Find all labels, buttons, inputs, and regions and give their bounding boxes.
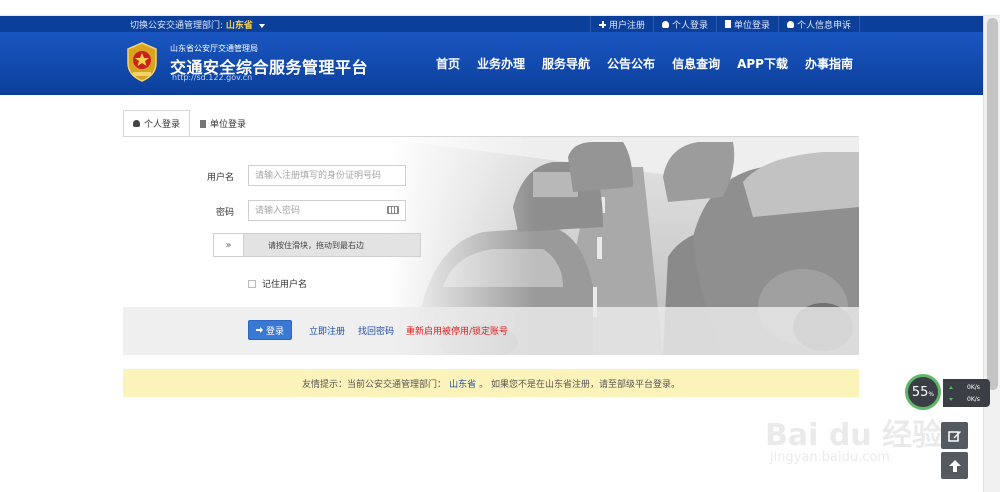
tab-personal-login[interactable]: 个人登录 [123, 110, 191, 137]
remember-label: 记住用户名 [262, 280, 308, 290]
back-to-top-button[interactable] [941, 452, 968, 479]
nav-app-download[interactable]: APP下载 [737, 55, 788, 72]
user-icon [661, 20, 669, 28]
department-switcher[interactable]: 切换公安交通管理部门: 山东省 [130, 18, 265, 31]
register-link[interactable]: 立即注册 [309, 324, 345, 337]
chevron-down-icon[interactable] [258, 23, 265, 28]
upload-arrow-icon [949, 386, 953, 389]
speed-percent-unit: % [928, 391, 935, 398]
download-arrow-icon [949, 398, 953, 401]
site-url: http://sd.122.gov.cn [172, 73, 253, 82]
slider-handle[interactable]: » [214, 234, 244, 256]
download-speed: 0K/s [967, 396, 980, 403]
speed-percent: 55 [911, 384, 929, 400]
top-bar: 切换公安交通管理部门: 山东省 用户注册 个人登录 单位登录 个人信息申诉 [0, 16, 983, 32]
main-nav: 首页 业务办理 服务导航 公告公布 信息查询 APP下载 办事指南 [436, 55, 853, 72]
plus-icon [598, 20, 606, 28]
upload-speed: 0K/s [967, 384, 980, 391]
baidu-jingyan-watermark: Bai du 经验 jingyan.baidu.com [765, 405, 942, 475]
top-link-appeal[interactable]: 个人信息申诉 [777, 16, 860, 32]
password-label: 密码 [215, 208, 234, 218]
nav-service-guide[interactable]: 服务导航 [542, 55, 590, 72]
download-row: 0K/s [949, 396, 980, 403]
nav-business[interactable]: 业务办理 [477, 55, 525, 72]
login-panel: 用户名 密码 » 请按住滑块，拖动到最右边 记住用户名 登录 立即注册 找回密码… [123, 137, 859, 355]
password-input[interactable] [248, 200, 406, 221]
slider-hint: 请按住滑块，拖动到最右边 [268, 241, 364, 250]
notice-province: 山东省 [449, 379, 477, 390]
top-links: 用户注册 个人登录 单位登录 个人信息申诉 [589, 16, 860, 32]
username-label: 用户名 [206, 173, 234, 183]
notice-prefix: 友情提示：当前公安交通管理部门： [302, 379, 447, 390]
page: 切换公安交通管理部门: 山东省 用户注册 个人登录 单位登录 个人信息申诉 山东… [0, 0, 1000, 492]
site-header: 山东省公安厅交通管理局 交通安全综合服务管理平台 http://sd.122.g… [0, 32, 983, 95]
department-province[interactable]: 山东省 [226, 21, 253, 31]
tab-label: 单位登录 [210, 120, 247, 130]
tab-company-login[interactable]: 单位登录 [190, 110, 257, 137]
user-icon [786, 20, 794, 28]
keyboard-icon[interactable] [387, 206, 399, 214]
top-link-label: 单位登录 [733, 20, 770, 31]
top-link-label: 用户注册 [608, 20, 645, 31]
header-subtitle: 山东省公安厅交通管理局 [170, 44, 258, 53]
remember-checkbox[interactable] [248, 279, 256, 288]
notice-suffix: 。 如果您不是在山东省注册，请至部级平台登录。 [479, 379, 680, 390]
slide-captcha[interactable]: » 请按住滑块，拖动到最右边 [213, 233, 421, 257]
tab-label: 个人登录 [144, 120, 181, 130]
notice-bar: 友情提示：当前公安交通管理部门： 山东省 。 如果您不是在山东省注册，请至部级平… [123, 369, 859, 397]
nav-home[interactable]: 首页 [436, 55, 460, 72]
police-emblem-logo [127, 42, 157, 82]
building-icon [724, 20, 731, 28]
feedback-button[interactable] [941, 422, 968, 449]
recover-password-link[interactable]: 找回密码 [358, 324, 394, 337]
user-icon [133, 120, 140, 127]
login-button-label: 登录 [265, 326, 284, 337]
watermark-brand: Bai du 经验 [765, 418, 943, 453]
nav-announcements[interactable]: 公告公布 [607, 55, 655, 72]
username-input[interactable] [248, 165, 406, 186]
top-link-personal-login[interactable]: 个人登录 [652, 16, 716, 32]
edit-icon [947, 430, 961, 442]
login-tabs: 个人登录 单位登录 [123, 110, 257, 137]
remember-username[interactable]: 记住用户名 [248, 277, 307, 290]
vertical-scrollbar[interactable] [983, 16, 1000, 492]
nav-help[interactable]: 办事指南 [805, 55, 853, 72]
reactivate-account-link[interactable]: 重新启用被停用/锁定账号 [406, 324, 508, 337]
top-link-register[interactable]: 用户注册 [589, 16, 653, 32]
arrow-up-icon [948, 459, 961, 472]
nav-info-query[interactable]: 信息查询 [672, 55, 720, 72]
upload-row: 0K/s [949, 384, 980, 391]
top-link-company-login[interactable]: 单位登录 [715, 16, 778, 32]
top-link-label: 个人登录 [671, 20, 708, 31]
watermark-url: jingyan.baidu.com [770, 450, 890, 465]
login-button[interactable]: 登录 [248, 320, 292, 340]
building-icon [200, 119, 207, 128]
department-label: 切换公安交通管理部门: [130, 21, 224, 31]
login-action-bar: 登录 立即注册 找回密码 重新启用被停用/锁定账号 [123, 307, 859, 355]
sign-in-icon [255, 327, 263, 333]
top-link-label: 个人信息申诉 [796, 20, 851, 31]
scrollbar-thumb[interactable] [987, 18, 998, 390]
speed-readout: 0K/s 0K/s [943, 379, 990, 407]
browser-top-strip [0, 0, 1000, 16]
